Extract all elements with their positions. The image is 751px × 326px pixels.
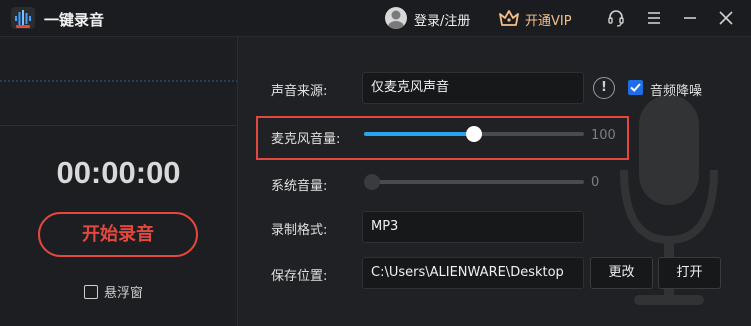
- app-logo-icon: [11, 7, 35, 29]
- system-volume-thumb[interactable]: [364, 174, 380, 190]
- system-volume-slider[interactable]: [364, 174, 584, 190]
- menu-icon[interactable]: [644, 8, 664, 28]
- system-volume-label: 系统音量:: [271, 179, 328, 194]
- waveform-area: [0, 37, 237, 126]
- support-headset-icon[interactable]: [606, 8, 626, 28]
- save-path-field[interactable]: C:\Users\ALIENWARE\Desktop: [362, 257, 584, 289]
- save-location-label: 保存位置:: [271, 269, 328, 284]
- title-bar: 一键录音 登录/注册 开通VIP: [0, 0, 751, 37]
- noise-reduction-label: 音频降噪: [650, 84, 703, 99]
- floating-window-checkbox[interactable]: [84, 285, 98, 299]
- info-icon[interactable]: !: [593, 77, 615, 99]
- format-select[interactable]: MP3: [362, 211, 584, 243]
- app-title: 一键录音: [44, 11, 105, 29]
- open-folder-button[interactable]: 打开: [658, 257, 721, 289]
- recording-timer: 00:00:00: [56, 155, 181, 190]
- crown-icon[interactable]: [498, 8, 520, 28]
- source-label: 声音来源:: [271, 84, 328, 99]
- format-label: 录制格式:: [271, 223, 328, 238]
- system-volume-value: 0: [591, 175, 600, 190]
- user-avatar-icon[interactable]: [385, 7, 407, 29]
- mic-volume-label: 麦克风音量:: [271, 132, 341, 147]
- waveform-line: [0, 80, 237, 82]
- floating-window-option[interactable]: 悬浮窗: [84, 282, 143, 301]
- recording-panel: 00:00:00 开始录音 悬浮窗: [0, 37, 238, 326]
- noise-reduction-checkbox[interactable]: [628, 80, 643, 95]
- minimize-icon[interactable]: [680, 8, 700, 28]
- start-recording-button[interactable]: 开始录音: [38, 212, 198, 257]
- close-icon[interactable]: [716, 8, 736, 28]
- checkmark-icon: [630, 83, 641, 92]
- source-select[interactable]: 仅麦克风声音: [362, 72, 584, 104]
- mic-volume-value: 100: [591, 128, 616, 143]
- mic-volume-thumb[interactable]: [466, 126, 482, 142]
- mic-volume-fill: [364, 132, 474, 136]
- change-location-button[interactable]: 更改: [590, 257, 653, 289]
- mic-volume-slider[interactable]: [364, 126, 584, 142]
- login-register-link[interactable]: 登录/注册: [414, 10, 470, 29]
- floating-window-label: 悬浮窗: [104, 286, 144, 301]
- open-vip-link[interactable]: 开通VIP: [525, 10, 572, 29]
